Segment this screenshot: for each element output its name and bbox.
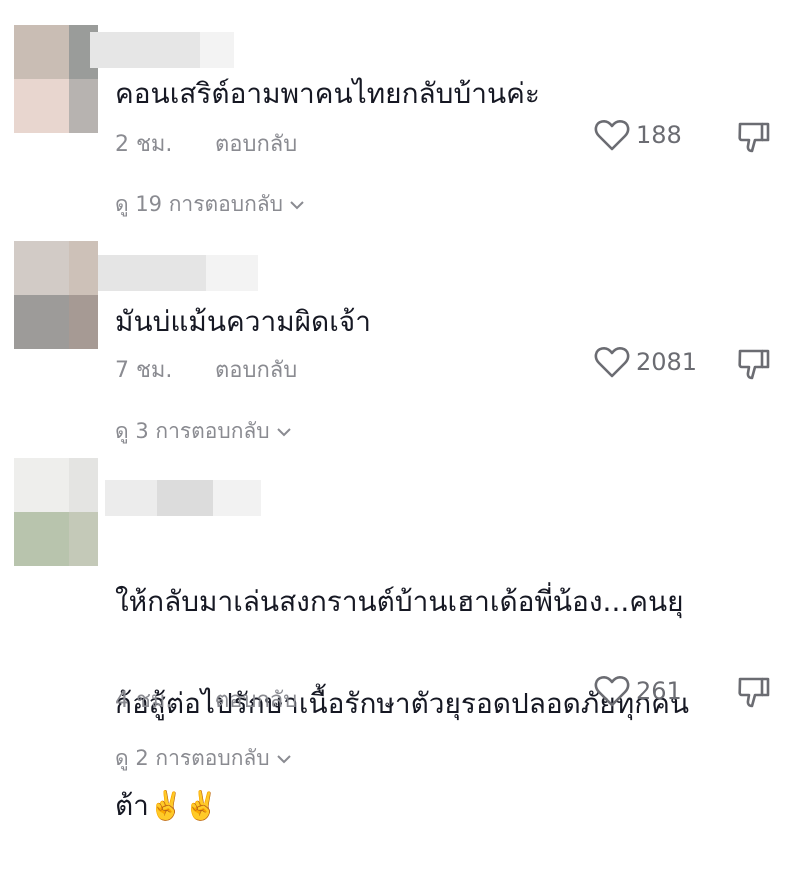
like-count: 261	[636, 677, 682, 705]
comment-text: คอนเสริต์อามพาคนไทยกลับบ้านค่ะ	[115, 77, 540, 110]
view-replies-button[interactable]: ดู 2 การตอบกลับ	[115, 742, 292, 775]
view-replies-label: ดู 2 การตอบกลับ	[115, 746, 270, 770]
view-replies-label: ดู 19 การตอบกลับ	[115, 192, 283, 216]
chevron-down-icon	[290, 200, 304, 209]
like-count: 2081	[636, 348, 698, 376]
avatar[interactable]	[14, 458, 98, 566]
thumbs-down-icon	[738, 122, 770, 153]
comment-text-line: ต้า✌️✌️	[115, 789, 219, 822]
reply-button[interactable]: ตอบกลับ	[215, 682, 297, 717]
like-button[interactable]: 2081	[594, 345, 697, 379]
username-blurred[interactable]	[90, 32, 234, 68]
heart-outline-icon	[594, 346, 630, 378]
comment-time: 4 ชม.	[115, 688, 173, 713]
dislike-button[interactable]	[737, 675, 771, 713]
dislike-button[interactable]	[737, 120, 771, 158]
like-count: 188	[636, 121, 682, 149]
reply-button[interactable]: ตอบกลับ	[215, 352, 297, 387]
comment-meta: 2 ชม. ตอบกลับ	[115, 126, 297, 161]
dislike-button[interactable]	[737, 347, 771, 385]
view-replies-button[interactable]: ดู 19 การตอบกลับ	[115, 188, 305, 221]
heart-outline-icon	[594, 675, 630, 707]
view-replies-button[interactable]: ดู 3 การตอบกลับ	[115, 415, 292, 448]
reply-button[interactable]: ตอบกลับ	[215, 126, 297, 161]
heart-outline-icon	[594, 119, 630, 151]
chevron-down-icon	[276, 427, 291, 436]
chevron-down-icon	[276, 754, 291, 763]
comment-time: 7 ชม.	[115, 358, 173, 383]
username-blurred[interactable]	[105, 480, 261, 516]
like-button[interactable]: 261	[594, 674, 682, 708]
username-blurred[interactable]	[98, 255, 258, 291]
comment-text-line: ให้กลับมาเล่นสงกรานต์บ้านเฮาเด้อพี่น้อง.…	[115, 585, 684, 618]
thumbs-down-icon	[738, 677, 770, 708]
avatar[interactable]	[14, 241, 98, 349]
comment-meta: 4 ชม. ตอบกลับ	[115, 682, 297, 717]
avatar[interactable]	[14, 25, 98, 133]
comment-text: มันบ่แม้นความผิดเจ้า	[115, 305, 371, 338]
view-replies-label: ดู 3 การตอบกลับ	[115, 419, 270, 443]
like-button[interactable]: 188	[594, 118, 682, 152]
thumbs-down-icon	[738, 349, 770, 380]
comment-time: 2 ชม.	[115, 132, 173, 157]
comment-meta: 7 ชม. ตอบกลับ	[115, 352, 297, 387]
